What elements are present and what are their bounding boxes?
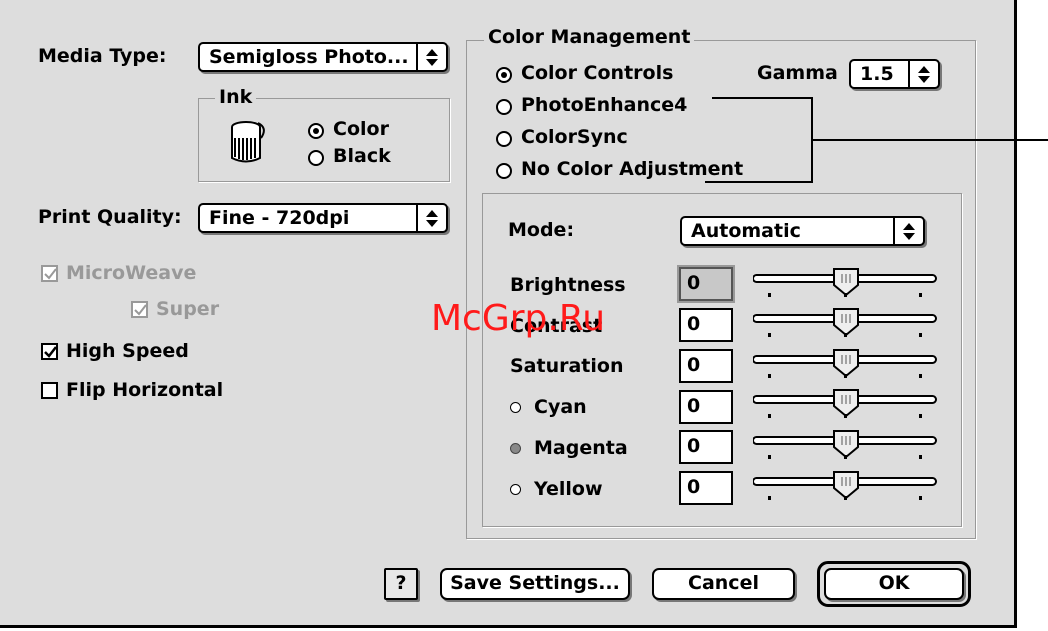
watermark: McGrp.Ru: [431, 298, 606, 339]
